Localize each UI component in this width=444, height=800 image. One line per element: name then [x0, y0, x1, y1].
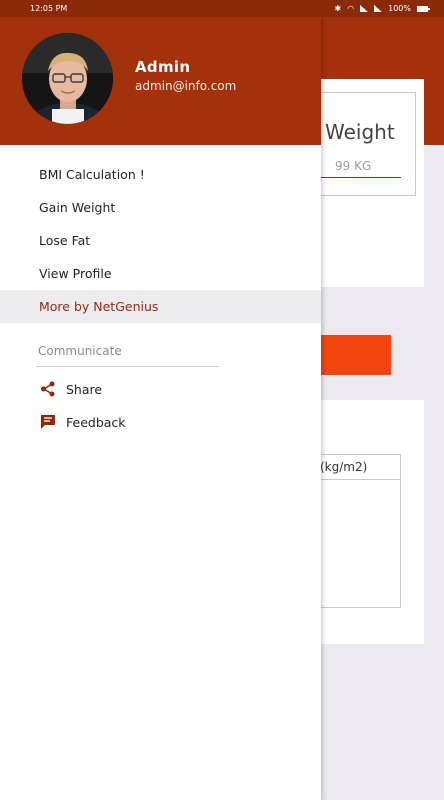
navigation-drawer: Admin admin@info.com BMI Calculation ! G…	[0, 17, 321, 800]
bluetooth-icon: ✱	[334, 4, 342, 13]
menu-item-lose-fat[interactable]: Lose Fat	[0, 224, 321, 257]
battery-percent: 100%	[388, 4, 411, 13]
drawer-menu: BMI Calculation ! Gain Weight Lose Fat V…	[0, 145, 321, 323]
share-icon	[41, 381, 55, 397]
share-label: Share	[66, 381, 103, 397]
avatar-image	[22, 33, 113, 124]
share-button[interactable]: Share	[40, 381, 102, 397]
weight-title: Weight	[325, 120, 395, 144]
wifi-icon: ◠	[347, 4, 355, 13]
feedback-button[interactable]: Feedback	[40, 414, 126, 430]
battery-icon	[417, 5, 430, 12]
feedback-icon	[41, 415, 55, 429]
status-bar: 12:05 PM ✱ ◠ 100%	[0, 0, 444, 17]
user-email: admin@info.com	[135, 79, 237, 93]
menu-item-view-profile[interactable]: View Profile	[0, 257, 321, 290]
menu-item-bmi-calculation[interactable]: BMI Calculation !	[0, 158, 321, 191]
drawer-header: Admin admin@info.com	[0, 17, 321, 145]
status-icons: ✱ ◠ 100%	[334, 4, 430, 13]
section-divider	[36, 366, 219, 367]
menu-item-gain-weight[interactable]: Gain Weight	[0, 191, 321, 224]
signal-icon	[360, 5, 369, 12]
weight-input[interactable]: 99 KG	[335, 159, 371, 173]
communicate-section-title: Communicate	[38, 344, 122, 358]
avatar[interactable]	[22, 33, 113, 124]
status-time: 12:05 PM	[30, 4, 68, 13]
calculate-button[interactable]	[320, 335, 391, 375]
signal-icon-2	[374, 5, 383, 12]
menu-item-more-by-netgenius[interactable]: More by NetGenius	[0, 290, 321, 323]
result-table-header-text: (kg/m2)	[320, 460, 368, 474]
user-name: Admin	[135, 58, 191, 76]
weight-input-underline	[310, 177, 401, 178]
feedback-label: Feedback	[66, 414, 126, 430]
